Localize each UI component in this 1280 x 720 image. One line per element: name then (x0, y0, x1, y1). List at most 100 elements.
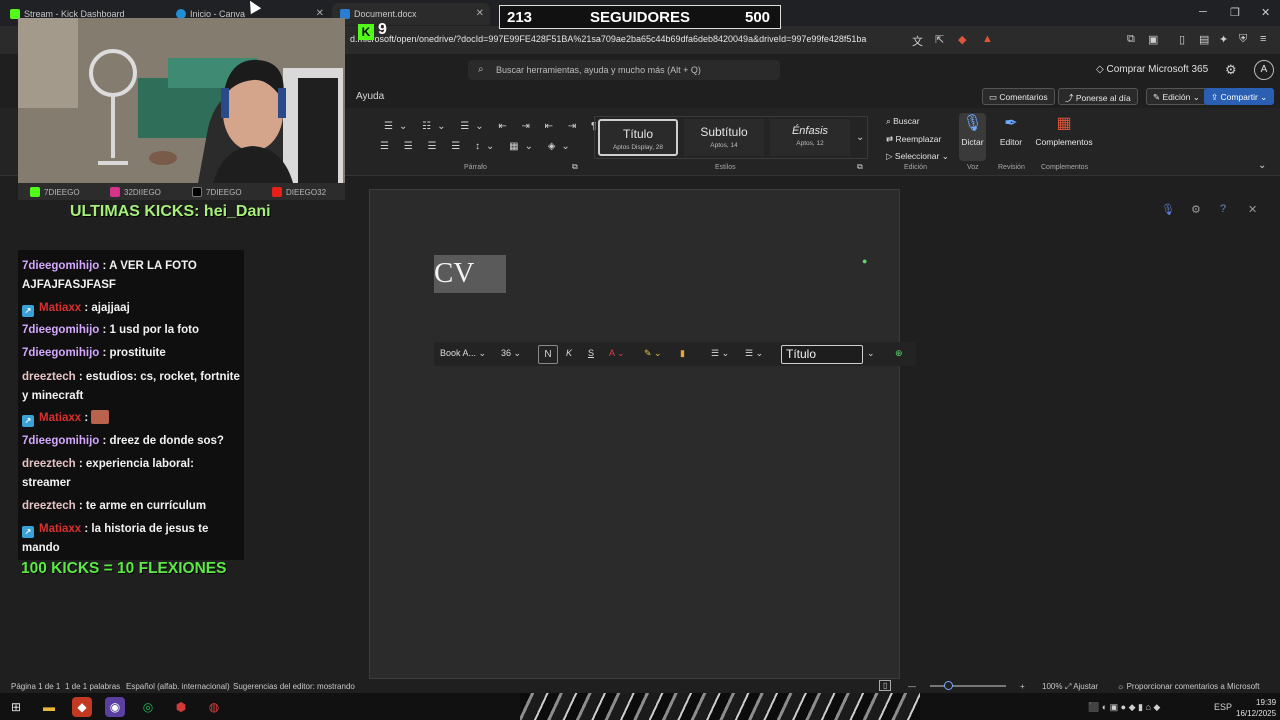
editor-button[interactable]: ✒ Editor (996, 113, 1026, 147)
app-cube-icon[interactable]: ⬢ (171, 697, 191, 717)
zoom-out-icon[interactable]: — (908, 682, 916, 691)
style-emphasis[interactable]: Énfasis Aptos, 12 (770, 119, 850, 156)
extensions-icon[interactable]: ⧉ (1127, 33, 1135, 46)
styles-more-icon[interactable]: ⌄ (856, 132, 864, 143)
search-input[interactable]: ⌕ Buscar herramientas, ayuda y mucho más… (468, 60, 780, 80)
file-explorer-icon[interactable]: ▬ (39, 697, 59, 717)
underline-icon[interactable]: S (588, 348, 594, 358)
app-icon[interactable]: ◉ (105, 697, 125, 717)
font-size-dropdown[interactable]: 36 ⌄ (501, 348, 521, 359)
chat-username[interactable]: 7dieegomihijo (22, 324, 99, 336)
zoom-in-icon[interactable]: + (1020, 682, 1025, 691)
bold-button[interactable]: N (538, 345, 558, 364)
tray-icons[interactable]: ⬛ ◐ ▣ ● ◆ ▮ ⌂ ◆ (1088, 702, 1160, 713)
share-button[interactable]: ⇪ Compartir ⌄ (1204, 88, 1275, 105)
gear-icon[interactable]: ⚙ (1225, 62, 1237, 78)
obs-icon[interactable]: ◍ (204, 697, 224, 717)
ribbon-collapse-icon[interactable]: ⌄ (1258, 160, 1266, 171)
spotify-icon[interactable]: ◎ (138, 697, 158, 717)
wallet-icon[interactable]: ▣ (1148, 33, 1158, 46)
format-painter-icon[interactable]: ▮ (680, 348, 685, 359)
style-subtitle[interactable]: Subtítulo Aptos, 14 (684, 119, 764, 156)
chat-username[interactable]: dreeztech (22, 458, 76, 470)
close-tab-icon[interactable]: ✕ (476, 8, 484, 19)
share-label: Compartir (1220, 92, 1258, 102)
font-color-icon[interactable]: A ⌄ (609, 348, 625, 359)
comment-icon[interactable]: ⊕ (895, 348, 903, 359)
style-dropdown[interactable]: Título (781, 345, 863, 364)
bullets-icon[interactable]: ☰ ⌄ (711, 348, 729, 359)
styles-settings-icon[interactable]: ⧉ (857, 162, 863, 172)
url-text[interactable]: d.microsoft/open/onedrive/?docId=997E99F… (350, 34, 866, 44)
find-button[interactable]: ⌕ Buscar (886, 116, 920, 127)
shield-icon[interactable]: ⛨ (1239, 33, 1247, 46)
tab-document[interactable]: Document.docx ✕ (332, 3, 490, 25)
brave-shield-icon[interactable]: ◆ (958, 33, 966, 46)
reading-list-icon[interactable]: ▤ (1199, 33, 1209, 46)
clock[interactable]: 19:39 16/12/2025 (1236, 697, 1276, 719)
zoom-level[interactable]: 100% (1042, 682, 1062, 691)
dictate-button[interactable]: 🎙 Dictar (959, 113, 986, 161)
close-icon[interactable]: ✕ (1248, 203, 1257, 216)
comment-add-icon[interactable]: ● (862, 256, 867, 266)
menu-icon[interactable]: ≡ (1260, 33, 1266, 45)
rewards-icon[interactable]: ▲ (982, 33, 993, 45)
chat-text: : dreez de donde sos? (99, 435, 224, 447)
chat-username[interactable]: dreeztech (22, 500, 76, 512)
buy-microsoft-365-link[interactable]: ◇ Comprar Microsoft 365 (1096, 64, 1208, 75)
word-count[interactable]: 1 de 1 palabras (65, 682, 120, 691)
avatar[interactable]: A (1254, 60, 1274, 80)
chat-username[interactable]: 7dieegomihijo (22, 435, 99, 447)
editing-mode-button[interactable]: ✎ Edición ⌄ (1146, 88, 1207, 105)
language-indicator[interactable]: ESP (1214, 702, 1232, 712)
chat-text: : prostituite (99, 347, 166, 359)
chat-username[interactable]: 7dieegomihijo (22, 260, 99, 272)
editor-suggestions-status[interactable]: Sugerencias del editor: mostrando (233, 682, 355, 691)
font-size: 36 (501, 348, 512, 358)
zoom-slider-handle[interactable] (944, 681, 953, 690)
share-page-icon[interactable]: ⇱ (935, 33, 944, 46)
sidebar-icon[interactable]: ▯ (1179, 33, 1185, 46)
chat-username[interactable]: Matiaxx (39, 412, 81, 424)
translate-icon[interactable]: 文 (912, 33, 923, 49)
chat-username[interactable]: Matiaxx (39, 302, 81, 314)
document-heading[interactable]: CV (434, 255, 506, 293)
view-mode-icon[interactable]: ▯ (879, 680, 892, 691)
minimize-icon[interactable]: ─ (1199, 6, 1207, 18)
brave-browser-icon[interactable]: ◆ (72, 697, 92, 717)
comments-button[interactable]: ▭ Comentarios (982, 88, 1055, 105)
feedback-link[interactable]: ☼ Proporcionar comentarios a Microsoft (1117, 682, 1260, 691)
ai-icon[interactable]: ✦ (1219, 33, 1228, 46)
chevron-down-icon[interactable]: ⌄ (867, 348, 875, 359)
editor-pen-icon: ✒ (1004, 115, 1018, 132)
italic-icon[interactable]: K (566, 348, 572, 358)
font-name-dropdown[interactable]: Book A... ⌄ (440, 348, 486, 359)
zoom-slider[interactable] (930, 685, 1006, 687)
list-buttons-row[interactable]: ☰⌄ ☷⌄ ☰⌄ ⇤ ⇥ ⇤ ⇥ ¶ ¶ (384, 121, 623, 132)
styles-group-label: Estilos (715, 164, 736, 171)
kick-handle: 7DIEEGO (30, 187, 80, 197)
tab-help[interactable]: Ayuda (356, 91, 384, 102)
chat-username[interactable]: dreeztech (22, 371, 76, 383)
select-button[interactable]: ▷ Seleccionar ⌄ (886, 151, 949, 162)
close-window-icon[interactable]: ✕ (1261, 6, 1270, 19)
gear-icon[interactable]: ⚙ (1191, 203, 1201, 216)
style-title[interactable]: Título Aptos Display, 28 (598, 119, 678, 156)
language-status[interactable]: Español (alfab. internacional) (126, 682, 230, 691)
highlight-icon[interactable]: ✎ ⌄ (644, 348, 662, 359)
catch-up-button[interactable]: ⤴ Ponerse al día (1058, 88, 1138, 105)
replace-button[interactable]: ⇄ Reemplazar (886, 134, 941, 145)
microphone-icon[interactable]: 🎙 (1161, 203, 1175, 216)
chevron-down-icon: ⌄ (1257, 92, 1268, 102)
chat-username[interactable]: 7dieegomihijo (22, 347, 99, 359)
windows-start-icon[interactable]: ⊞ (6, 697, 26, 717)
align-icon[interactable]: ☰ ⌄ (745, 348, 763, 359)
fit-button[interactable]: ⤢ Ajustar (1065, 682, 1098, 692)
maximize-icon[interactable]: ❐ (1230, 6, 1240, 19)
help-icon[interactable]: ? (1220, 203, 1226, 215)
align-buttons-row[interactable]: ☰ ☰ ☰ ☰ ↕⌄ ▦⌄ ◈⌄ (380, 141, 576, 152)
paragraph-settings-icon[interactable]: ⧉ (572, 162, 578, 172)
chat-username[interactable]: Matiaxx (39, 523, 81, 535)
chat-text: : ajajjaaj (81, 302, 130, 314)
addins-button[interactable]: ▦ Complementos (1035, 113, 1093, 147)
